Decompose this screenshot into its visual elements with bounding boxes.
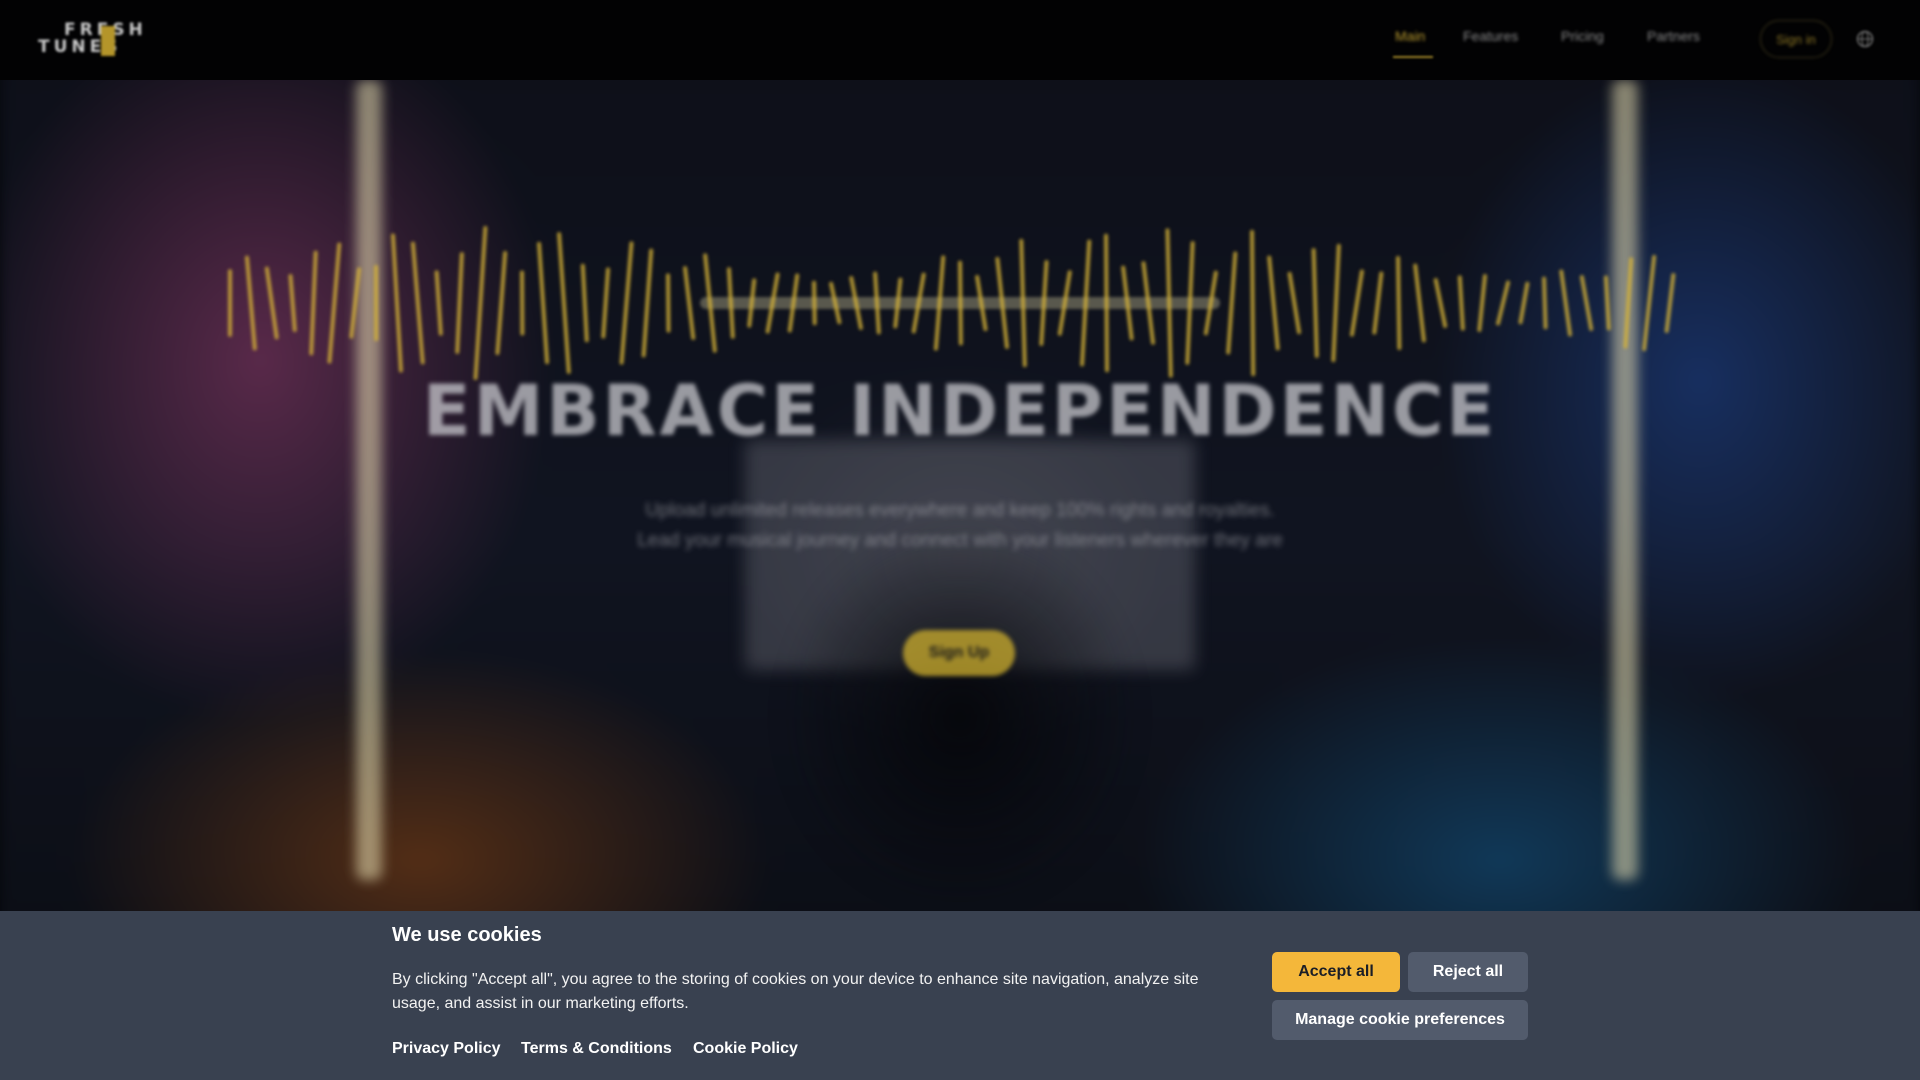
nav-item-partners[interactable]: Partners <box>1647 28 1700 44</box>
waveform-bar <box>580 263 589 343</box>
waveform-bar <box>1542 276 1548 330</box>
logo-square-mark <box>101 26 115 56</box>
waveform-bar <box>264 266 279 340</box>
waveform-bar <box>1603 275 1611 331</box>
waveform-bar <box>410 241 425 365</box>
waveform-bar <box>495 251 508 355</box>
terms-conditions-link[interactable]: Terms & Conditions <box>521 1040 672 1058</box>
waveform-bar <box>619 241 634 365</box>
waveform-bar <box>1185 241 1195 365</box>
waveform-bar <box>1664 273 1676 333</box>
waveform-bar <box>812 280 817 326</box>
hero-title: EMBRACE INDEPENDENCE <box>422 370 1498 452</box>
waveform-bar <box>537 241 550 365</box>
waveform-bar <box>1457 275 1465 331</box>
waveform-bar <box>1559 269 1572 337</box>
waveform-bar <box>557 232 571 374</box>
waveform-bar <box>244 255 257 351</box>
waveform-bar <box>1496 280 1511 326</box>
waveform-bar <box>1623 257 1634 349</box>
waveform-bar <box>1019 238 1027 368</box>
waveform-bar <box>958 260 963 346</box>
privacy-policy-link[interactable]: Privacy Policy <box>392 1040 501 1058</box>
waveform-bar <box>683 266 696 340</box>
waveform-bar <box>1226 251 1238 355</box>
waveform-bar <box>641 248 654 358</box>
waveform-bar <box>666 273 671 333</box>
reject-all-button[interactable]: Reject all <box>1408 952 1528 992</box>
waveform-bar <box>747 278 757 328</box>
waveform-bar <box>1433 278 1448 328</box>
waveform-bar <box>309 250 318 356</box>
waveform-bar <box>1413 263 1426 343</box>
waveform-bar <box>1250 229 1256 377</box>
waveform-bar <box>390 233 403 373</box>
nav-item-main[interactable]: Main <box>1395 28 1425 44</box>
waveform-bar <box>873 271 881 335</box>
waveform-bar <box>1311 248 1319 358</box>
manage-cookie-preferences-button[interactable]: Manage cookie preferences <box>1272 1000 1528 1040</box>
hero-subtitle: Upload unlimited releases everywhere and… <box>637 500 1283 551</box>
waveform-bar <box>327 242 342 364</box>
waveform-bar <box>455 252 464 354</box>
waveform-bar <box>726 267 735 339</box>
waveform-bar <box>1039 260 1049 346</box>
waveform-bar <box>1349 269 1364 337</box>
waveform-bar <box>473 226 488 380</box>
waveform-bar <box>1267 255 1280 351</box>
waveform-bar <box>434 270 443 336</box>
nav-item-pricing[interactable]: Pricing <box>1561 28 1604 44</box>
accept-all-button[interactable]: Accept all <box>1272 952 1400 992</box>
nav-item-features[interactable]: Features <box>1463 28 1518 44</box>
waveform-bar <box>1518 281 1530 325</box>
waveform-bar <box>1331 243 1341 363</box>
cookie-banner-title: We use cookies <box>392 924 542 946</box>
globe-icon[interactable] <box>1856 30 1874 48</box>
signin-button[interactable]: Sign in <box>1760 20 1832 58</box>
waveform-bar <box>893 277 903 329</box>
waveform-bar <box>1396 255 1402 351</box>
waveform-bar <box>1579 275 1594 331</box>
top-navigation-bar: FRESH TUNES Main Features Pricing Partne… <box>0 0 1920 80</box>
cookie-policy-link[interactable]: Cookie Policy <box>693 1040 798 1058</box>
waveform-bar <box>1477 274 1487 332</box>
waveform-bar <box>1642 254 1657 352</box>
waveform-bar <box>1372 271 1384 335</box>
waveform-bar <box>349 267 362 339</box>
waveform-bar <box>1165 228 1173 378</box>
nav-active-indicator <box>1393 56 1433 58</box>
waveform-bar <box>1287 271 1302 335</box>
cookie-banner-description: By clicking "Accept all", you agree to t… <box>392 971 1199 1012</box>
waveform-bar <box>601 267 611 339</box>
fresh-tunes-logo[interactable]: FRESH TUNES <box>38 20 168 60</box>
waveform-bar <box>1104 233 1110 373</box>
hero-signup-button[interactable]: Sign Up <box>903 630 1015 676</box>
waveform-bar <box>288 274 297 332</box>
